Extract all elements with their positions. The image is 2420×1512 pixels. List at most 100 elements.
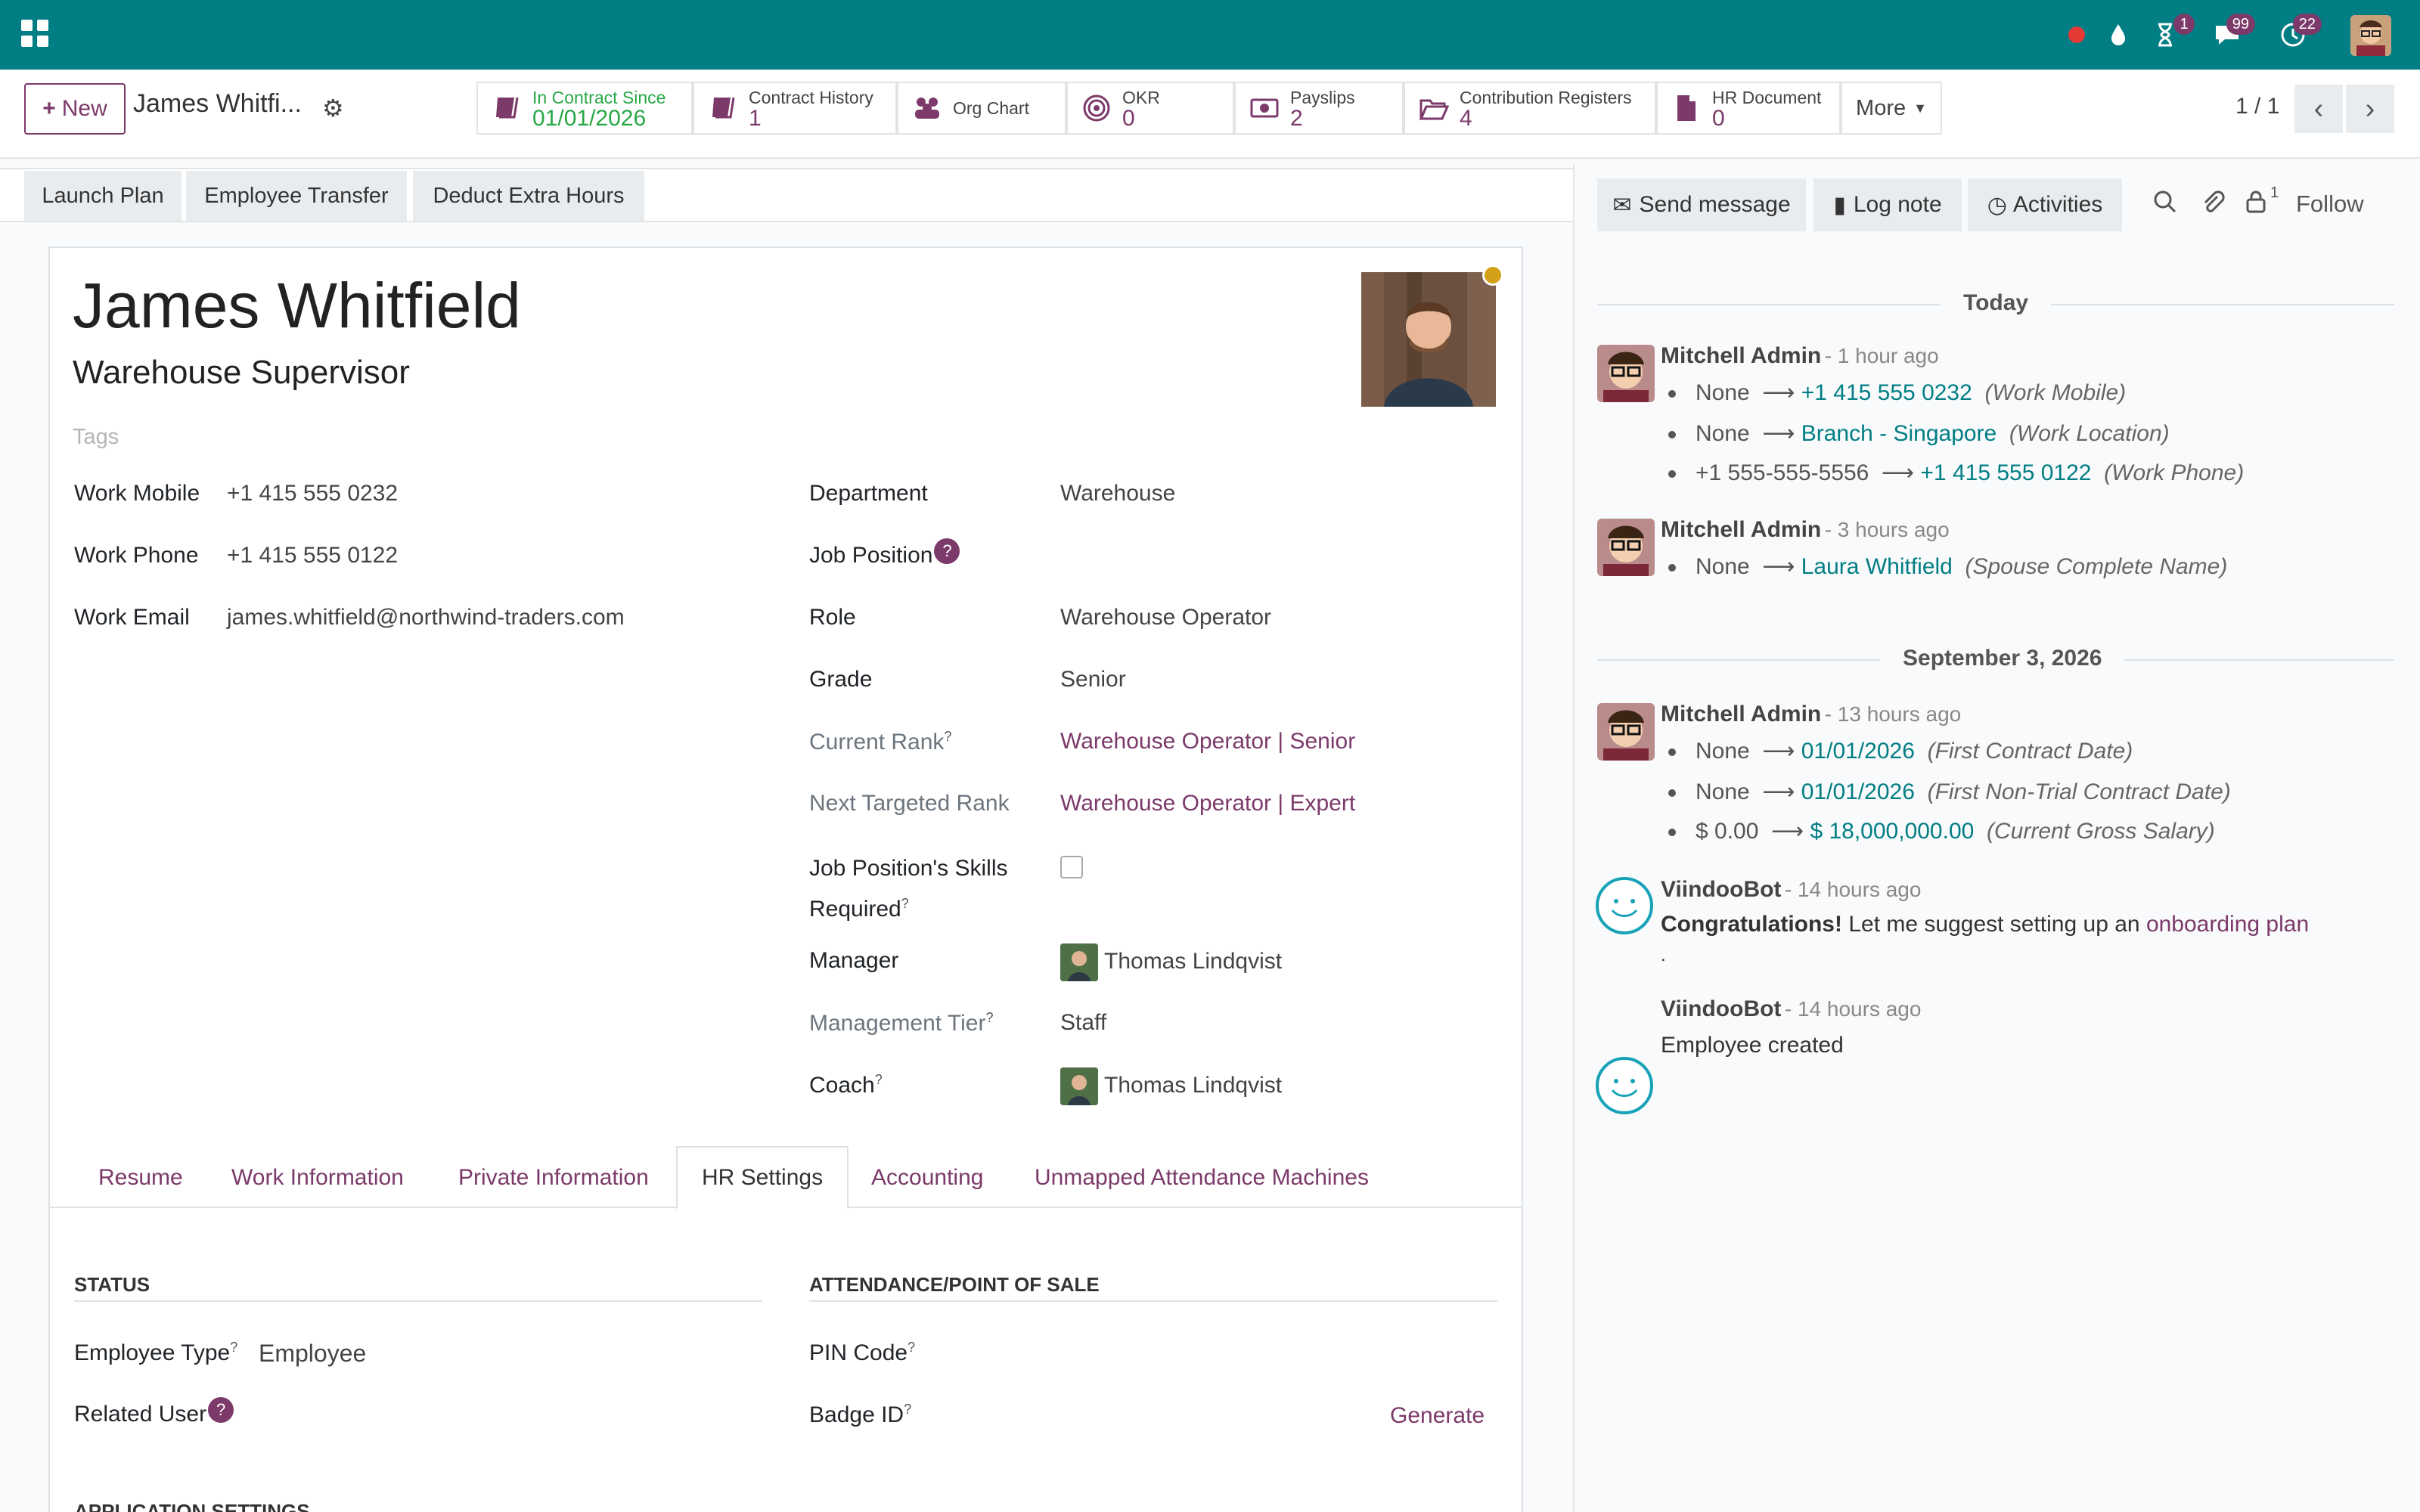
launch-plan-button[interactable]: Launch Plan (24, 171, 182, 221)
smart-value: 0 (1712, 106, 1725, 131)
work-mobile-field[interactable]: +1 415 555 0232 (227, 481, 398, 507)
help-question-icon[interactable]: ? (934, 538, 960, 564)
help-tooltip-icon[interactable]: ? (875, 1072, 883, 1087)
current-rank-link[interactable]: Warehouse Operator | Senior (1060, 729, 1355, 754)
messages-icon[interactable]: 99 (2213, 14, 2255, 50)
smiley-bot-icon[interactable] (1596, 1057, 1653, 1114)
arrow-right-icon: ⟶ (1882, 460, 1915, 485)
tab-private-information[interactable]: Private Information (434, 1146, 673, 1210)
folder-open-icon (1419, 99, 1449, 120)
employee-type-select[interactable]: Employee (259, 1340, 366, 1368)
message-author[interactable]: ViindooBot (1661, 996, 1781, 1021)
chevron-left-icon[interactable]: ‹ (2294, 85, 2343, 133)
tab-resume[interactable]: Resume (74, 1146, 207, 1210)
deduct-extra-hours-button[interactable]: Deduct Extra Hours (413, 171, 644, 221)
coach-field[interactable]: Thomas Lindqvist (1060, 1067, 1282, 1105)
smart-button-contribution-registers[interactable]: Contribution Registers 4 (1404, 82, 1656, 135)
message-body: Employee created (1661, 1033, 1844, 1058)
message-time: - 14 hours ago (1784, 997, 1922, 1021)
lock-icon[interactable] (2243, 189, 2269, 222)
tracking-change: None ⟶ Branch - Singapore (Work Location… (1668, 420, 2170, 447)
author-avatar[interactable] (1597, 345, 1655, 402)
tab-accounting[interactable]: Accounting (847, 1146, 1007, 1210)
message-author[interactable]: Mitchell Admin (1661, 702, 1821, 727)
paperclip-icon[interactable] (2199, 189, 2225, 222)
smart-button-hr-document[interactable]: HR Document 0 (1656, 82, 1841, 135)
onboarding-plan-link[interactable]: onboarding plan (2146, 912, 2309, 937)
smart-value: 2 (1290, 106, 1303, 131)
employee-name[interactable]: James Whitfield (73, 269, 521, 342)
help-tooltip-icon[interactable]: ? (901, 896, 909, 911)
clock-icon: ◷ (1987, 192, 2007, 218)
smart-button-org-chart[interactable]: Org Chart (897, 82, 1066, 135)
help-question-icon[interactable]: ? (208, 1397, 234, 1423)
breadcrumb-record-title: James Whitfi... (133, 89, 302, 118)
apps-menu-icon[interactable] (21, 20, 48, 47)
clock-icon[interactable]: 22 (2279, 14, 2322, 50)
more-label: More (1856, 95, 1907, 120)
new-button[interactable]: + New (24, 83, 126, 135)
new-value: Laura Whitfield (1801, 554, 1953, 579)
smart-label: Payslips (1290, 88, 1355, 107)
droplet-icon[interactable] (2107, 20, 2137, 50)
job-position-field[interactable] (1060, 543, 1484, 570)
smart-button-contract-history[interactable]: Contract History 1 (693, 82, 897, 135)
chevron-right-icon[interactable]: › (2346, 85, 2394, 133)
work-email-field[interactable]: james.whitfield@northwind-traders.com (227, 605, 625, 631)
management-tier-label-wrap: Management Tier? (809, 1010, 993, 1036)
tab-unmapped-attendance-machines[interactable]: Unmapped Attendance Machines (1010, 1146, 1393, 1210)
help-tooltip-icon[interactable]: ? (944, 729, 951, 744)
activities-hourglass-icon[interactable]: 1 (2152, 14, 2195, 50)
activities-button[interactable]: ◷ Activities (1968, 178, 2122, 231)
user-avatar[interactable] (2350, 15, 2391, 56)
help-tooltip-icon[interactable]: ? (908, 1340, 915, 1355)
log-note-button[interactable]: ▮ Log note (1813, 178, 1962, 231)
help-tooltip-icon[interactable]: ? (230, 1340, 237, 1355)
message-time: - 3 hours ago (1824, 518, 1950, 541)
employee-transfer-button[interactable]: Employee Transfer (186, 171, 407, 221)
next-rank-link[interactable]: Warehouse Operator | Expert (1060, 791, 1355, 816)
manager-field[interactable]: Thomas Lindqvist (1060, 943, 1282, 981)
help-tooltip-icon[interactable]: ? (904, 1402, 911, 1417)
message-author[interactable]: ViindooBot (1661, 877, 1781, 902)
old-value: None (1696, 739, 1750, 764)
smiley-bot-icon[interactable] (1596, 877, 1653, 934)
send-message-button[interactable]: ✉ Send message (1597, 178, 1806, 231)
smart-button-payslips[interactable]: Payslips 2 (1234, 82, 1404, 135)
employee-job-title[interactable]: Warehouse Supervisor (73, 354, 410, 392)
application-settings-title: APPLICATION SETTINGS (74, 1500, 310, 1512)
work-email-label: Work Email (74, 605, 190, 630)
skills-required-checkbox[interactable] (1060, 856, 1083, 878)
author-avatar[interactable] (1597, 703, 1655, 761)
tab-work-information[interactable]: Work Information (207, 1146, 428, 1210)
tab-hr-settings[interactable]: HR Settings (676, 1146, 849, 1210)
search-icon[interactable] (2152, 189, 2178, 222)
management-tier-field[interactable]: Staff (1060, 1010, 1106, 1036)
message-header: Mitchell Admin - 13 hours ago (1661, 702, 1961, 727)
gear-icon[interactable]: ⚙ (322, 94, 344, 122)
arrow-right-icon: ⟶ (1762, 739, 1795, 764)
employee-photo[interactable] (1361, 272, 1496, 407)
message-author[interactable]: Mitchell Admin (1661, 517, 1821, 542)
pager-value[interactable]: 1 / 1 (2235, 94, 2279, 119)
more-dropdown[interactable]: More ▼ (1841, 82, 1942, 135)
follow-button[interactable]: Follow (2296, 191, 2364, 218)
tags-field[interactable]: Tags (73, 425, 119, 450)
role-field[interactable]: Warehouse Operator (1060, 605, 1271, 631)
help-tooltip-icon[interactable]: ? (985, 1010, 993, 1025)
grade-field[interactable]: Senior (1060, 667, 1126, 692)
related-user-label: Related User (74, 1402, 207, 1427)
department-field[interactable]: Warehouse (1060, 481, 1175, 507)
generate-badge-button[interactable]: Generate (1390, 1403, 1485, 1429)
author-avatar[interactable] (1597, 519, 1655, 576)
smart-button-okr[interactable]: OKR 0 (1066, 82, 1234, 135)
smart-button-contract[interactable]: In Contract Since 01/01/2026 (476, 82, 693, 135)
work-phone-field[interactable]: +1 415 555 0122 (227, 543, 398, 569)
badge-id-label: Badge ID (809, 1402, 904, 1427)
message-bold-text: Congratulations! (1661, 912, 1842, 937)
message-author[interactable]: Mitchell Admin (1661, 343, 1821, 368)
coach-name: Thomas Lindqvist (1104, 1072, 1283, 1098)
recording-icon[interactable] (2065, 20, 2095, 50)
related-user-field[interactable] (259, 1397, 758, 1430)
pin-code-field[interactable] (1060, 1335, 1484, 1368)
